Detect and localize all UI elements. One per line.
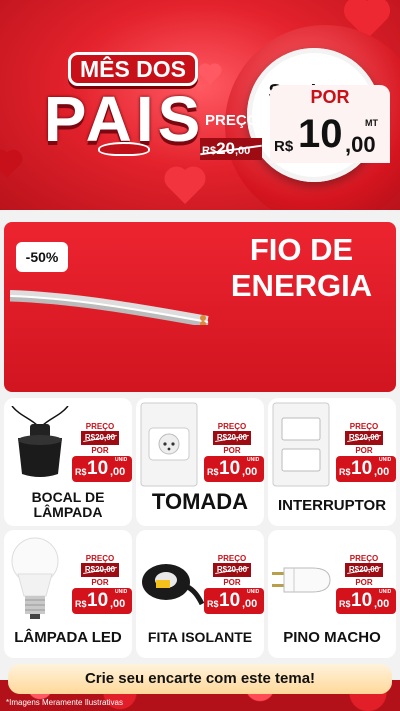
campaign-logo: MÊS DOS PAIS <box>24 50 224 160</box>
price-int: 10 <box>87 590 109 611</box>
insulating-tape-image <box>142 564 204 606</box>
switch-image <box>272 402 330 487</box>
product-name: INTERRUPTOR <box>277 497 387 514</box>
disclaimer: *Imagens Meramente Ilustrativas <box>6 698 123 707</box>
heart-decoration-icon <box>0 152 20 178</box>
new-price: R$ 10,00 UNID <box>336 588 396 614</box>
product-name: LÂMPADA LED <box>14 629 122 646</box>
price-dec: ,00 <box>110 466 126 478</box>
por-label: POR <box>91 446 109 455</box>
product-name: FITA ISOLANTE <box>147 629 253 645</box>
product-card: PREÇO R$20,00 POR R$10,00 UNID INTERRUPTO… <box>268 398 396 526</box>
unit: UNID <box>115 457 128 463</box>
price-dec: ,00 <box>374 466 390 478</box>
por-label: POR <box>355 446 373 455</box>
price-box: PREÇO R$20,00 POR R$10,00 UNID <box>72 554 132 618</box>
product-name: TOMADA <box>151 489 249 514</box>
featured-price-int: 10 <box>298 112 343 156</box>
logo-top-text: MÊS DOS <box>68 52 198 86</box>
unit: UNID <box>247 457 260 463</box>
unit: UNID <box>115 589 128 595</box>
old-price: R$20,00 <box>345 563 383 577</box>
currency: R$ <box>75 467 87 477</box>
featured-unit: MT <box>365 118 378 128</box>
new-price: R$ 10,00 UNID <box>336 456 396 482</box>
price-int: 10 <box>351 458 373 479</box>
product-name-line1: BOCAL DE <box>31 489 105 505</box>
por-label: POR <box>91 578 109 587</box>
lamp-socket-image <box>11 406 69 477</box>
currency: R$ <box>207 467 219 477</box>
product-card: PREÇO R$20,00 POR R$10,00 UNID TOMADA <box>136 398 264 526</box>
new-price: R$ 10,00 UNID <box>204 456 264 482</box>
old-price: R$20,00 <box>81 563 119 577</box>
featured-title-line2: ENERGIA <box>230 268 373 303</box>
currency: R$ <box>339 467 351 477</box>
heart-decoration-icon <box>168 170 202 204</box>
currency: R$ <box>75 599 87 609</box>
product-name: PINO MACHO <box>283 629 381 646</box>
price-int: 10 <box>87 458 109 479</box>
old-price: R$20,00 <box>213 563 251 577</box>
featured-preco-label: PREÇO <box>205 112 259 129</box>
price-dec: ,00 <box>374 598 390 610</box>
price-box: PREÇO R$20,00 POR R$10,00 UNID <box>336 554 396 618</box>
flyer: MÊS DOS PAIS Sua Logo Aqui -50% FIO DE E… <box>0 0 400 711</box>
product-name: BOCAL DE LÂMPADA <box>4 490 132 520</box>
new-price: R$ 10,00 UNID <box>72 588 132 614</box>
featured-product-card: -50% FIO DE ENERGIA <box>4 222 396 392</box>
cta-banner: Crie seu encarte com este tema! <box>8 664 392 694</box>
preco-label: PREÇO <box>349 422 379 431</box>
discount-badge: -50% <box>16 242 68 272</box>
price-box: PREÇO R$20,00 POR R$10,00 UNID <box>204 422 264 486</box>
por-label: POR <box>223 578 241 587</box>
featured-por-label: POR <box>310 87 350 107</box>
unit: UNID <box>247 589 260 595</box>
male-plug-image <box>272 567 331 593</box>
price-dec: ,00 <box>242 598 258 610</box>
outlet-image <box>140 402 198 487</box>
featured-title-line1: FIO DE <box>249 232 354 267</box>
old-price: R$20,00 <box>345 431 383 445</box>
price-int: 10 <box>351 590 373 611</box>
preco-label: PREÇO <box>217 554 247 563</box>
por-label: POR <box>355 578 373 587</box>
preco-label: PREÇO <box>85 422 115 431</box>
product-card: PREÇO R$20,00 POR R$10,00 UNID BOCAL DE L… <box>4 398 132 526</box>
preco-label: PREÇO <box>349 554 379 563</box>
unit: UNID <box>379 457 392 463</box>
mustache-icon <box>98 142 150 156</box>
preco-label: PREÇO <box>217 422 247 431</box>
wire-cable-image <box>10 290 209 325</box>
product-card: PREÇO R$20,00 POR R$10,00 UNID FITA ISOLA… <box>136 530 264 658</box>
featured-title: FIO DE ENERGIA <box>209 232 394 304</box>
unit: UNID <box>379 589 392 595</box>
currency: R$ <box>207 599 219 609</box>
price-int: 10 <box>219 590 241 611</box>
new-price: R$ 10,00 UNID <box>204 588 264 614</box>
featured-old-price: R$20,00 <box>200 138 262 160</box>
price-int: 10 <box>219 458 241 479</box>
price-dec: ,00 <box>110 598 126 610</box>
led-bulb-image <box>11 537 59 619</box>
product-name-line2: LÂMPADA <box>33 504 103 520</box>
price-box: PREÇO R$20,00 POR R$10,00 UNID <box>336 422 396 486</box>
price-box: PREÇO R$20,00 POR R$10,00 UNID <box>204 554 264 618</box>
old-price: R$20,00 <box>213 431 251 445</box>
por-label: POR <box>223 446 241 455</box>
product-card: PREÇO R$20,00 POR R$10,00 UNID LÂMPADA LE… <box>4 530 132 658</box>
old-price: R$20,00 <box>81 431 119 445</box>
new-price: R$ 10,00 UNID <box>72 456 132 482</box>
currency: R$ <box>339 599 351 609</box>
product-card: PREÇO R$20,00 POR R$10,00 UNID PINO MACHO <box>268 530 396 658</box>
featured-price-dec: ,00 <box>345 132 376 157</box>
featured-currency: R$ <box>274 138 294 155</box>
price-box: PREÇO R$20,00 POR R$10,00 UNID <box>72 422 132 486</box>
price-dec: ,00 <box>242 466 258 478</box>
preco-label: PREÇO <box>85 554 115 563</box>
